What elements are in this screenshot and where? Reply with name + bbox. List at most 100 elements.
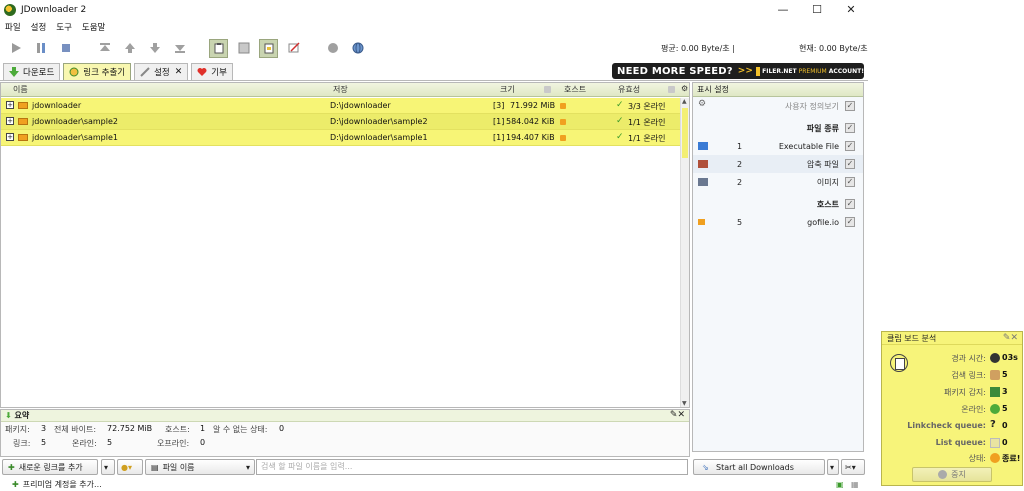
- reconnect-icon[interactable]: [284, 39, 303, 58]
- column-availability[interactable]: 유효성: [618, 84, 640, 95]
- tab-downloads[interactable]: 다운로드: [3, 63, 61, 80]
- stop-icon: [938, 470, 948, 479]
- pause-icon[interactable]: [31, 39, 50, 58]
- view-settings-panel: 표시 설정 ⚙ 사용자 정의보기 ✓ 파일 종류 ✓ 1 Executable …: [692, 82, 864, 452]
- scroll-thumb[interactable]: [682, 108, 688, 158]
- stop-icon[interactable]: [56, 39, 75, 58]
- check-icon: ✓: [616, 100, 624, 110]
- hosts-checkbox[interactable]: ✓: [845, 199, 855, 209]
- update-icon[interactable]: [323, 39, 342, 58]
- filter-host-gofile[interactable]: 5 gofile.io ✓: [693, 213, 863, 231]
- filter-executable[interactable]: 1 Executable File ✓: [693, 137, 863, 155]
- premium-globe-icon[interactable]: [348, 39, 367, 58]
- column-host[interactable]: 호스트: [564, 84, 586, 95]
- archive-file-icon: [698, 160, 708, 168]
- start-options-dropdown[interactable]: ▾: [827, 459, 839, 475]
- chevron-down-icon: ▾: [245, 462, 250, 472]
- settings-icon: [140, 67, 150, 77]
- close-icon[interactable]: ✕: [175, 67, 183, 77]
- state-row: 상태: 종료!: [968, 453, 1021, 463]
- table-row[interactable]: + jdownloader\sample2 D:\jdownloader\sam…: [1, 114, 680, 130]
- close-button[interactable]: ✕: [834, 0, 868, 19]
- column-size[interactable]: 크기: [500, 84, 515, 95]
- menu-settings[interactable]: 설정: [26, 21, 52, 33]
- column-save[interactable]: 저장: [333, 84, 348, 95]
- custom-view-checkbox[interactable]: ✓: [845, 101, 855, 111]
- filter-checkbox[interactable]: ✓: [845, 177, 855, 187]
- scroll-up-icon[interactable]: ▲: [682, 98, 687, 105]
- menu-help[interactable]: 도움말: [77, 21, 110, 33]
- popup-close-icon[interactable]: ✎✕: [1003, 332, 1018, 345]
- maximize-button[interactable]: ☐: [800, 0, 834, 19]
- current-speed: 현재: 0.00 Byte/초: [799, 44, 868, 53]
- file-types-header-row: 파일 종류 ✓: [806, 123, 855, 133]
- clipboard-analysis-popup: 클립 보드 분석 ✎✕ 경과 시간: 03s 검색 링크: 5 패키지 감지: …: [881, 331, 1023, 486]
- executable-file-icon: [698, 142, 708, 150]
- summary-tools-icon[interactable]: ✎✕: [670, 410, 685, 421]
- search-input[interactable]: 검색 할 파일 이름을 입력...: [256, 459, 688, 475]
- check-icon: ✓: [616, 116, 624, 126]
- column-settings-icon[interactable]: ⚙: [681, 84, 688, 93]
- filter-archive[interactable]: 2 압축 파일 ✓: [693, 155, 863, 173]
- move-up-icon[interactable]: [120, 39, 139, 58]
- column-name[interactable]: 이름: [13, 84, 28, 95]
- tab-donate[interactable]: 기부: [191, 63, 233, 80]
- status-bar: ✚ 프리미엄 계정을 추가... ▣ ▦: [0, 477, 868, 491]
- table-header: 이름 저장 크기 호스트 유효성 ⚙: [1, 83, 689, 97]
- stop-button[interactable]: 중지: [912, 467, 992, 482]
- search-links-icon: [990, 370, 1000, 380]
- container-icon: ●▾: [121, 462, 132, 472]
- summary-icon: ⬇: [5, 411, 12, 420]
- auto-start-icon[interactable]: [259, 38, 278, 58]
- add-premium-link[interactable]: 프리미엄 계정을 추가...: [23, 479, 102, 490]
- minimize-button[interactable]: —: [766, 0, 800, 19]
- filter-checkbox[interactable]: ✓: [845, 159, 855, 169]
- title-bar: JDownloader 2 — ☐ ✕: [0, 0, 868, 19]
- move-bottom-icon[interactable]: [170, 39, 189, 58]
- auto-confirm-icon[interactable]: [234, 39, 253, 58]
- move-down-icon[interactable]: [145, 39, 164, 58]
- main-toolbar: 평균: 0.00 Byte/초 | 현재: 0.00 Byte/초: [0, 34, 868, 62]
- add-links-dropdown[interactable]: ▾: [101, 459, 115, 475]
- link-table: 이름 저장 크기 호스트 유효성 ⚙ + jdownloader D:\jdow…: [0, 82, 690, 408]
- lock-icon: [668, 86, 675, 93]
- file-types-checkbox[interactable]: ✓: [845, 123, 855, 133]
- status-network-icon: ▦: [851, 479, 859, 489]
- window-title: JDownloader 2: [21, 4, 87, 15]
- expand-icon[interactable]: +: [6, 101, 14, 109]
- bottom-toolbar: ✚ 새로운 링크를 추가 ▾ ●▾ ▤ 파일 이름 ▾ 검색 할 파일 이름을 …: [0, 458, 868, 476]
- menu-tools[interactable]: 도구: [51, 21, 77, 33]
- package-icon: [18, 102, 28, 109]
- tools-button[interactable]: ✂▾: [841, 459, 865, 475]
- question-icon: ?: [990, 419, 996, 430]
- chevron-down-icon: ▾: [104, 462, 109, 472]
- menu-file[interactable]: 파일: [0, 21, 26, 33]
- filter-checkbox[interactable]: ✓: [845, 217, 855, 227]
- clock-icon: [990, 353, 1000, 363]
- filer-logo-icon: [755, 66, 761, 76]
- premium-speed-banner[interactable]: NEED MORE SPEED? >> FILER.NET PREMIUM AC…: [612, 63, 864, 79]
- table-row[interactable]: + jdownloader D:\jdownloader [3] 71.992 …: [1, 98, 680, 114]
- expand-icon[interactable]: +: [6, 117, 14, 125]
- packages-row: 패키지 감지: 3: [943, 387, 1008, 397]
- search-filter-select[interactable]: ▤ 파일 이름 ▾: [145, 459, 255, 475]
- scroll-down-icon[interactable]: ▼: [682, 400, 687, 407]
- tab-link-grabber[interactable]: 링크 추출기: [63, 63, 132, 80]
- expand-icon[interactable]: +: [6, 133, 14, 141]
- add-container-button[interactable]: ●▾: [117, 459, 143, 475]
- move-top-icon[interactable]: [95, 39, 114, 58]
- start-all-downloads-button[interactable]: ⇘ Start all Downloads: [693, 459, 825, 475]
- plus-icon: ✚: [8, 462, 15, 472]
- table-scrollbar[interactable]: ▲ ▼: [680, 98, 689, 407]
- add-links-button[interactable]: ✚ 새로운 링크를 추가: [2, 459, 98, 475]
- table-row[interactable]: + jdownloader\sample1 D:\jdownloader\sam…: [1, 130, 680, 146]
- filter-checkbox[interactable]: ✓: [845, 141, 855, 151]
- heart-icon: [197, 67, 207, 77]
- start-icon[interactable]: [6, 39, 25, 58]
- clipboard-monitor-icon[interactable]: [209, 38, 228, 58]
- filter-image[interactable]: 2 이미지 ✓: [693, 173, 863, 191]
- custom-view-row[interactable]: ⚙ 사용자 정의보기 ✓: [693, 97, 863, 115]
- tab-settings[interactable]: 설정 ✕: [134, 63, 189, 80]
- host-icon: [560, 103, 566, 109]
- lock-icon: [544, 86, 551, 93]
